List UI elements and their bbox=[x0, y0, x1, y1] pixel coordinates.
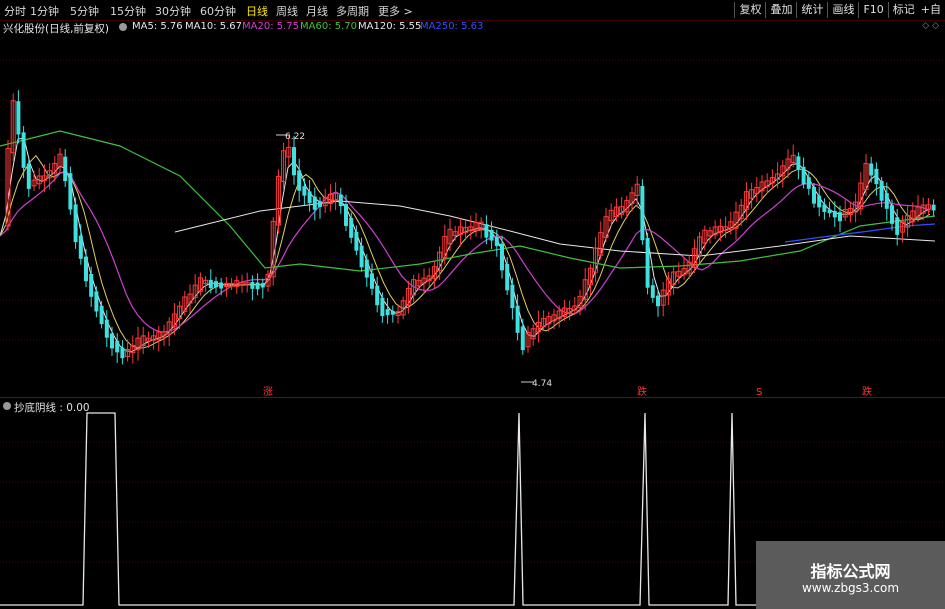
period-tab-15min[interactable]: 15分钟 bbox=[110, 3, 146, 19]
ma10-label: MA10: 5.67 bbox=[185, 21, 243, 32]
period-tab-1min[interactable]: 1分钟 bbox=[30, 3, 59, 19]
signal-mark-1: 涨 bbox=[263, 386, 273, 397]
right-toolbar: 复权 叠加 统计 画线 F10 标记 +自 bbox=[734, 2, 945, 18]
period-tab-fenshi[interactable]: 分时 bbox=[4, 3, 26, 19]
watermark-url: www.zbgs3.com bbox=[801, 581, 900, 595]
period-tab-daily[interactable]: 日线 bbox=[246, 3, 268, 19]
mark-button[interactable]: 标记 bbox=[887, 2, 919, 18]
signal-mark-3: S bbox=[756, 387, 762, 397]
ma20-label: MA20: 5.75 bbox=[242, 21, 300, 32]
ma250-label: MA250: 5.63 bbox=[420, 21, 484, 32]
panel-corner-icons[interactable]: ◇ ◇ bbox=[922, 21, 939, 31]
high-price-label: 6.22 bbox=[285, 132, 305, 142]
low-price-label: 4.74 bbox=[532, 379, 552, 389]
price-grid bbox=[0, 59, 945, 341]
watermark-logo: 指标公式网 www.zbgs3.com bbox=[756, 541, 945, 609]
period-tab-30min[interactable]: 30分钟 bbox=[155, 3, 191, 19]
ma60-label: MA60: 5.70 bbox=[300, 21, 358, 32]
ma-info-bar: 兴化股份(日线,前复权) MA5: 5.76 MA10: 5.67 MA20: … bbox=[0, 20, 945, 35]
fuquan-button[interactable]: 复权 bbox=[734, 2, 765, 18]
f10-button[interactable]: F10 bbox=[858, 2, 887, 18]
signal-mark-2: 跌 bbox=[637, 385, 647, 397]
period-tab-multi[interactable]: 多周期 bbox=[336, 3, 369, 19]
low-annotation: 4.74 bbox=[521, 379, 552, 389]
high-annotation: 6.22 bbox=[276, 132, 305, 142]
period-tab-weekly[interactable]: 周线 bbox=[276, 3, 298, 19]
stats-button[interactable]: 统计 bbox=[796, 2, 827, 18]
period-tab-60min[interactable]: 60分钟 bbox=[200, 3, 236, 19]
kline-chart[interactable]: 6.22 4.74 涨 跌 S 跌 bbox=[0, 36, 945, 397]
ma120-label: MA120: 5.55 bbox=[358, 21, 422, 32]
watermark-title: 指标公式网 bbox=[810, 562, 891, 581]
period-toolbar: 分时 1分钟 5分钟 15分钟 30分钟 60分钟 日线 周线 月线 多周期 更… bbox=[0, 0, 945, 21]
ma5-label: MA5: 5.76 bbox=[132, 21, 183, 32]
stock-title: 兴化股份(日线,前复权) bbox=[3, 23, 110, 35]
period-tab-5min[interactable]: 5分钟 bbox=[70, 3, 99, 19]
period-tab-more[interactable]: 更多 > bbox=[378, 3, 413, 19]
signal-mark-4: 跌 bbox=[862, 385, 872, 397]
draw-button[interactable]: 画线 bbox=[827, 2, 858, 18]
settings-circle-icon[interactable] bbox=[119, 23, 127, 31]
period-tab-monthly[interactable]: 月线 bbox=[306, 3, 328, 19]
ma-lines bbox=[0, 130, 936, 353]
overlay-button[interactable]: 叠加 bbox=[765, 2, 796, 18]
add-button[interactable]: +自 bbox=[919, 2, 945, 18]
